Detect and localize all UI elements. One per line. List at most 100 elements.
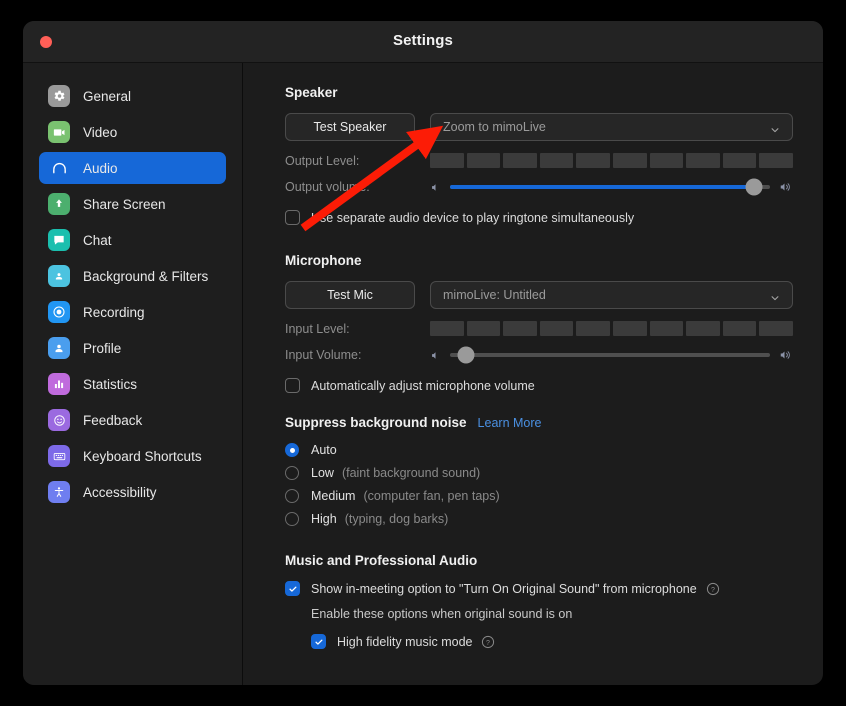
radio-label: Medium xyxy=(311,489,356,503)
sidebar-item-label: Keyboard Shortcuts xyxy=(83,448,202,464)
separate-ringtone-checkbox[interactable] xyxy=(285,210,300,225)
input-volume-knob[interactable] xyxy=(457,346,475,364)
meter-segment xyxy=(466,153,501,168)
sidebar-item-general[interactable]: General xyxy=(39,80,226,112)
auto-adjust-mic-checkbox[interactable] xyxy=(285,378,300,393)
hifi-music-row[interactable]: High fidelity music mode ? xyxy=(311,634,793,649)
radio-medium[interactable] xyxy=(285,489,299,503)
radio-auto[interactable] xyxy=(285,443,299,457)
help-circle-icon[interactable]: ? xyxy=(706,582,720,596)
mic-device-select[interactable]: mimoLive: Untitled xyxy=(430,281,793,309)
output-volume-knob[interactable] xyxy=(745,178,763,196)
test-speaker-button[interactable]: Test Speaker xyxy=(285,113,415,141)
input-volume-label: Input Volume: xyxy=(285,348,362,362)
sidebar-item-label: Statistics xyxy=(83,376,138,392)
page-title: Settings xyxy=(393,32,453,49)
sidebar-item-feedback[interactable]: Feedback xyxy=(39,404,226,436)
noise-option-high[interactable]: High (typing, dog barks) xyxy=(285,512,793,526)
sidebar-item-label: Accessibility xyxy=(83,484,157,500)
hifi-music-checkbox[interactable] xyxy=(311,634,326,649)
meter-segment xyxy=(722,153,757,168)
keyboard-icon xyxy=(48,445,70,467)
microphone-section-heading: Microphone xyxy=(285,253,362,268)
sidebar-item-statistics[interactable]: Statistics xyxy=(39,368,226,400)
learn-more-link[interactable]: Learn More xyxy=(478,416,542,430)
enable-options-note: Enable these options when original sound… xyxy=(311,607,573,621)
headphones-icon xyxy=(48,157,70,179)
mic-device-row: Test Mic mimoLive: Untitled xyxy=(285,281,793,309)
sidebar-item-label: Share Screen xyxy=(83,196,166,212)
sidebar-item-chat[interactable]: Chat xyxy=(39,224,226,256)
noise-option-auto[interactable]: Auto xyxy=(285,443,793,457)
sidebar-item-label: Audio xyxy=(83,160,118,176)
speaker-device-select[interactable]: Zoom to mimoLive xyxy=(430,113,793,141)
meter-segment xyxy=(539,153,574,168)
chevron-down-icon xyxy=(770,290,780,301)
volume-high-icon xyxy=(779,349,793,361)
output-volume-label: Output volume: xyxy=(285,180,370,194)
radio-label: High xyxy=(311,512,337,526)
hifi-music-label: High fidelity music mode xyxy=(337,634,473,649)
test-mic-button[interactable]: Test Mic xyxy=(285,281,415,309)
meter-segment xyxy=(612,153,647,168)
output-volume-row: Output volume: xyxy=(285,178,793,196)
suppress-noise-heading-row: Suppress background noise Learn More xyxy=(285,415,793,430)
bar-chart-icon xyxy=(48,373,70,395)
meter-segment xyxy=(430,321,464,336)
radio-low[interactable] xyxy=(285,466,299,480)
radio-high[interactable] xyxy=(285,512,299,526)
meter-segment xyxy=(503,321,537,336)
volume-high-icon xyxy=(779,181,793,193)
input-volume-slider[interactable] xyxy=(450,346,770,364)
meter-segment xyxy=(722,321,757,336)
radio-hint: (typing, dog barks) xyxy=(344,512,449,526)
noise-option-low[interactable]: Low (faint background sound) xyxy=(285,466,793,480)
sidebar-item-label: Profile xyxy=(83,340,122,356)
radio-label: Low xyxy=(311,466,334,480)
sidebar-item-label: Video xyxy=(83,124,118,140)
share-screen-icon xyxy=(48,193,70,215)
meter-segment xyxy=(576,153,610,168)
accessibility-icon xyxy=(48,481,70,503)
sidebar-item-video[interactable]: Video xyxy=(39,116,226,148)
output-volume-slider[interactable] xyxy=(450,178,770,196)
sidebar-item-share-screen[interactable]: Share Screen xyxy=(39,188,226,220)
speaker-device-value: Zoom to mimoLive xyxy=(443,120,546,134)
title-bar: Settings xyxy=(23,21,823,63)
output-level-meter xyxy=(430,153,793,168)
record-icon xyxy=(48,301,70,323)
meter-segment xyxy=(759,153,793,168)
meter-segment xyxy=(539,321,574,336)
output-volume-fill xyxy=(450,185,754,189)
settings-window: Settings General Video Audio Share Scree… xyxy=(23,21,823,685)
separate-ringtone-row[interactable]: Use separate audio device to play ringto… xyxy=(285,210,793,225)
person-frame-icon xyxy=(48,265,70,287)
original-sound-row[interactable]: Show in-meeting option to "Turn On Origi… xyxy=(285,581,793,596)
help-circle-icon[interactable]: ? xyxy=(481,635,495,649)
svg-text:?: ? xyxy=(711,586,715,593)
sidebar-item-background-filters[interactable]: Background & Filters xyxy=(39,260,226,292)
input-volume-row: Input Volume: xyxy=(285,346,793,364)
auto-adjust-mic-row[interactable]: Automatically adjust microphone volume xyxy=(285,378,793,393)
sidebar-item-audio[interactable]: Audio xyxy=(39,152,226,184)
meter-segment xyxy=(576,321,610,336)
input-level-meter xyxy=(430,321,793,336)
input-level-row: Input Level: xyxy=(285,321,793,336)
sidebar-item-recording[interactable]: Recording xyxy=(39,296,226,328)
sidebar-item-keyboard-shortcuts[interactable]: Keyboard Shortcuts xyxy=(39,440,226,472)
output-level-row: Output Level: xyxy=(285,153,793,168)
sidebar-item-profile[interactable]: Profile xyxy=(39,332,226,364)
sidebar-item-accessibility[interactable]: Accessibility xyxy=(39,476,226,508)
svg-text:?: ? xyxy=(487,639,491,646)
meter-segment xyxy=(503,153,537,168)
person-icon xyxy=(48,337,70,359)
original-sound-checkbox[interactable] xyxy=(285,581,300,596)
noise-option-medium[interactable]: Medium (computer fan, pen taps) xyxy=(285,489,793,503)
meter-segment xyxy=(759,321,793,336)
smiley-icon xyxy=(48,409,70,431)
chat-icon xyxy=(48,229,70,251)
radio-hint: (computer fan, pen taps) xyxy=(363,489,500,503)
radio-label: Auto xyxy=(311,443,337,457)
output-level-label: Output Level: xyxy=(285,153,360,168)
sidebar-item-label: Background & Filters xyxy=(83,268,209,284)
